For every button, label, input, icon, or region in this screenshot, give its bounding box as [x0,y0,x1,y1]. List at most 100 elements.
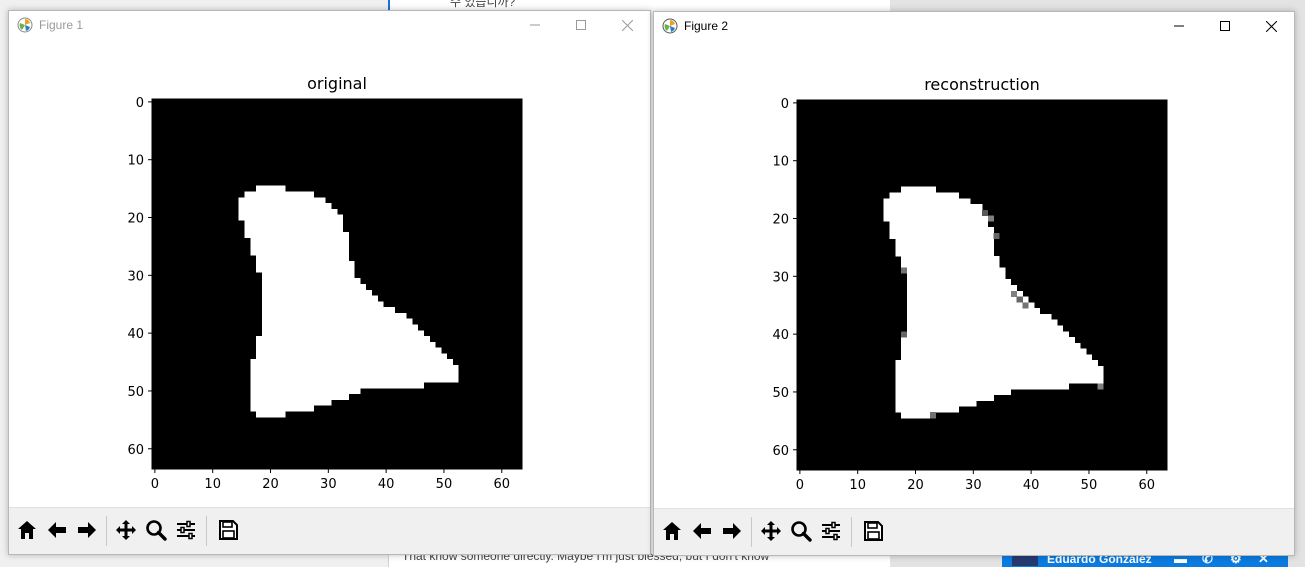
image-row-run [883,204,983,211]
image-gray-pixel [982,209,989,216]
minimize-button[interactable] [1156,12,1202,40]
close-button[interactable] [1248,12,1294,40]
title-bar[interactable]: Figure 2 [654,12,1294,40]
image-row-run [901,354,1093,361]
image-row-run [250,399,332,406]
close-button[interactable] [604,11,650,39]
image-row-run [261,295,378,302]
background-doc-line: 수 있습니까? [450,0,516,9]
zoom-button[interactable] [787,519,815,547]
save-button[interactable] [214,518,242,546]
matplotlib-icon [662,18,678,34]
y-tick-label: 0 [781,97,789,112]
maximize-button[interactable] [1202,12,1248,40]
image-row-run [895,250,994,257]
image-row-run [895,406,960,413]
maximize-button[interactable] [558,11,604,39]
x-tick-label: 40 [378,477,395,492]
y-tick-label: 40 [127,327,144,342]
y-tick-label: 0 [136,96,144,111]
save-button[interactable] [859,519,887,547]
x-tick-label: 50 [1081,478,1098,493]
image-row-run [238,208,338,215]
image-row-run [895,400,977,407]
image-gray-pixel [1016,296,1023,303]
configure-subplots-button[interactable] [172,518,200,546]
image-row-run [250,249,349,256]
image-row-run [244,231,349,239]
home-button[interactable] [658,519,686,547]
image-row-run [901,256,1000,263]
image-row-run [250,376,459,383]
image-row-run [250,388,361,395]
back-arrow-button[interactable] [43,518,71,546]
title-bar[interactable]: Figure 1 [9,11,650,39]
x-tick-label: 40 [1023,478,1040,493]
image-row-run [906,331,1070,338]
save-icon [862,520,884,546]
image-row-run [895,377,1104,384]
forward-arrow-button[interactable] [73,518,101,546]
image-row-run [238,197,326,204]
image-row-run [256,353,448,360]
axes-title: reconstruction [924,75,1040,94]
minimize-button[interactable] [512,11,558,39]
image-row-run [895,360,1098,367]
pan-button[interactable] [757,519,785,547]
image-row-run [250,237,349,244]
image-row-run [883,198,971,205]
home-icon [661,520,683,546]
x-tick-label: 0 [151,477,159,492]
back-arrow-icon [46,519,68,545]
image-gray-pixel [1097,383,1104,390]
pan-icon [115,519,137,545]
pan-icon [760,520,782,546]
image-row-run [883,209,983,216]
configure-subplots-icon [820,520,842,546]
forward-arrow-icon [721,520,743,546]
configure-subplots-icon [175,519,197,545]
image-plot-original[interactable]: original 0 10 20 30 40 50 60 0 10 20 30 40 50 60 [9,39,650,508]
image-gray-pixel [1022,302,1029,309]
configure-subplots-button[interactable] [817,519,845,547]
back-arrow-button[interactable] [688,519,716,547]
y-tick-label: 10 [127,154,144,169]
home-button[interactable] [13,518,41,546]
image-row-run [906,319,1058,326]
back-arrow-icon [691,520,713,546]
x-tick-label: 60 [493,477,510,492]
image-gray-pixel [901,331,908,338]
forward-arrow-button[interactable] [718,519,746,547]
window-title: Figure 2 [684,19,729,33]
pan-button[interactable] [112,518,140,546]
figure-2-window[interactable]: Figure 2 reconstruction 0 10 20 30 40 50 60 0 10 2… [653,11,1295,556]
image-gray-pixel [929,412,937,419]
image-row-run [895,383,1070,390]
image-gray-pixel [993,232,1000,240]
zoom-icon [790,520,812,546]
image-row-run [256,341,436,348]
image-row-run [906,325,1064,332]
x-tick-label: 20 [907,478,924,493]
image-row-run [250,382,425,389]
background-accent-line [388,0,390,10]
image-row-run [261,324,419,331]
figure-1-window[interactable]: Figure 1 original 0 10 20 30 40 50 60 0 10 20 30 40 5… [8,10,651,555]
image-row-run [256,266,355,273]
y-tick-label: 50 [127,385,144,400]
y-tick-label: 50 [772,386,789,401]
x-tick-label: 10 [204,477,221,492]
toolbar-separator [106,516,107,546]
image-row-run [906,285,1017,292]
zoom-button[interactable] [142,518,170,546]
image-row-run [261,307,396,314]
image-row-run [901,412,931,419]
image-row-run [906,313,1052,320]
figure-canvas[interactable]: original 0 10 20 30 40 50 60 0 10 20 30 40 50 60 [9,39,650,508]
image-plot-reconstruction[interactable]: reconstruction 0 10 20 30 40 50 60 0 10 20 30 40 50 60 [654,40,1294,509]
figure-canvas[interactable]: reconstruction 0 10 20 30 40 50 60 0 10 20 30 40 50 60 [654,40,1294,509]
y-tick-label: 30 [772,270,789,285]
y-tick-label: 40 [772,328,789,343]
y-tick-label: 30 [127,269,144,284]
image-gray-pixel [901,267,908,274]
